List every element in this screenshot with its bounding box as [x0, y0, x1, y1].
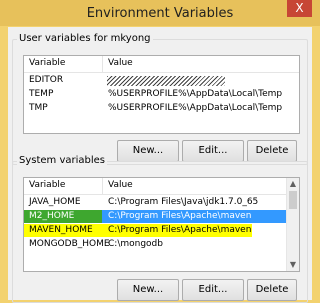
column-header-value[interactable]: Value: [108, 58, 133, 68]
table-row[interactable]: TEMP %USERPROFILE%\AppData\Local\Temp: [24, 88, 299, 101]
close-button[interactable]: X: [287, 0, 312, 17]
column-header-value[interactable]: Value: [108, 180, 133, 190]
user-edit-button[interactable]: Edit...: [182, 140, 244, 162]
variable-name: TEMP: [29, 89, 54, 99]
system-variables-label: System variables: [17, 155, 108, 166]
system-variables-header: Variable Value: [24, 178, 299, 195]
user-variables-label: User variables for mkyong: [17, 33, 153, 44]
variable-name: M2_HOME: [29, 211, 75, 221]
table-row-selected[interactable]: M2_HOME C:\Program Files\Apache\maven: [24, 210, 287, 223]
dialog-body: User variables for mkyong Variable Value…: [8, 27, 312, 303]
user-new-button[interactable]: New...: [117, 140, 179, 162]
variable-name: JAVA_HOME: [29, 197, 81, 207]
system-new-button[interactable]: New...: [117, 279, 179, 301]
variable-value: %USERPROFILE%\AppData\Local\Temp: [108, 89, 283, 99]
variable-value: C:\Program Files\Apache\maven: [108, 225, 252, 235]
column-divider[interactable]: [102, 56, 103, 72]
table-row[interactable]: MAVEN_HOME C:\Program Files\Apache\maven: [24, 224, 287, 237]
table-row[interactable]: JAVA_HOME C:\Program Files\Java\jdk1.7.0…: [24, 196, 287, 209]
column-divider[interactable]: [102, 178, 103, 194]
user-delete-button[interactable]: Delete: [247, 140, 297, 162]
variable-name: TMP: [29, 103, 48, 113]
variable-name: MONGODB_HOME: [29, 239, 110, 249]
user-variables-list[interactable]: Variable Value EDITOR TEMP %USERPROFILE%…: [23, 55, 300, 134]
variable-value: %USERPROFILE%\AppData\Local\Temp: [108, 103, 283, 113]
system-edit-button[interactable]: Edit...: [182, 279, 244, 301]
system-variables-group: System variables Variable Value JAVA_HOM…: [12, 155, 308, 303]
window-title: Environment Variables: [86, 6, 234, 21]
scrollbar-thumb[interactable]: [289, 191, 297, 209]
variable-value: C:\Program Files\Java\jdk1.7.0_65: [108, 197, 259, 207]
title-bar[interactable]: Environment Variables X: [0, 0, 320, 26]
table-row[interactable]: EDITOR: [24, 74, 299, 87]
column-header-variable[interactable]: Variable: [29, 58, 65, 68]
variable-name: MAVEN_HOME: [29, 225, 93, 235]
scroll-down-arrow-icon[interactable]: ▼: [287, 259, 299, 271]
system-delete-button[interactable]: Delete: [247, 279, 297, 301]
table-row[interactable]: MONGODB_HOME C:\mongodb: [24, 238, 287, 251]
scroll-up-arrow-icon[interactable]: ▲: [287, 178, 299, 190]
vertical-scrollbar[interactable]: ▲ ▼: [286, 178, 299, 271]
system-variables-list[interactable]: Variable Value JAVA_HOME C:\Program File…: [23, 177, 300, 272]
variable-name: EDITOR: [29, 75, 64, 85]
variable-value: C:\mongodb: [108, 239, 163, 249]
user-variables-header: Variable Value: [24, 56, 299, 73]
redacted-value: [107, 76, 225, 86]
user-variables-group: User variables for mkyong Variable Value…: [12, 33, 308, 165]
column-header-variable[interactable]: Variable: [29, 180, 65, 190]
table-row[interactable]: TMP %USERPROFILE%\AppData\Local\Temp: [24, 102, 299, 115]
variable-value: C:\Program Files\Apache\maven: [108, 211, 252, 221]
